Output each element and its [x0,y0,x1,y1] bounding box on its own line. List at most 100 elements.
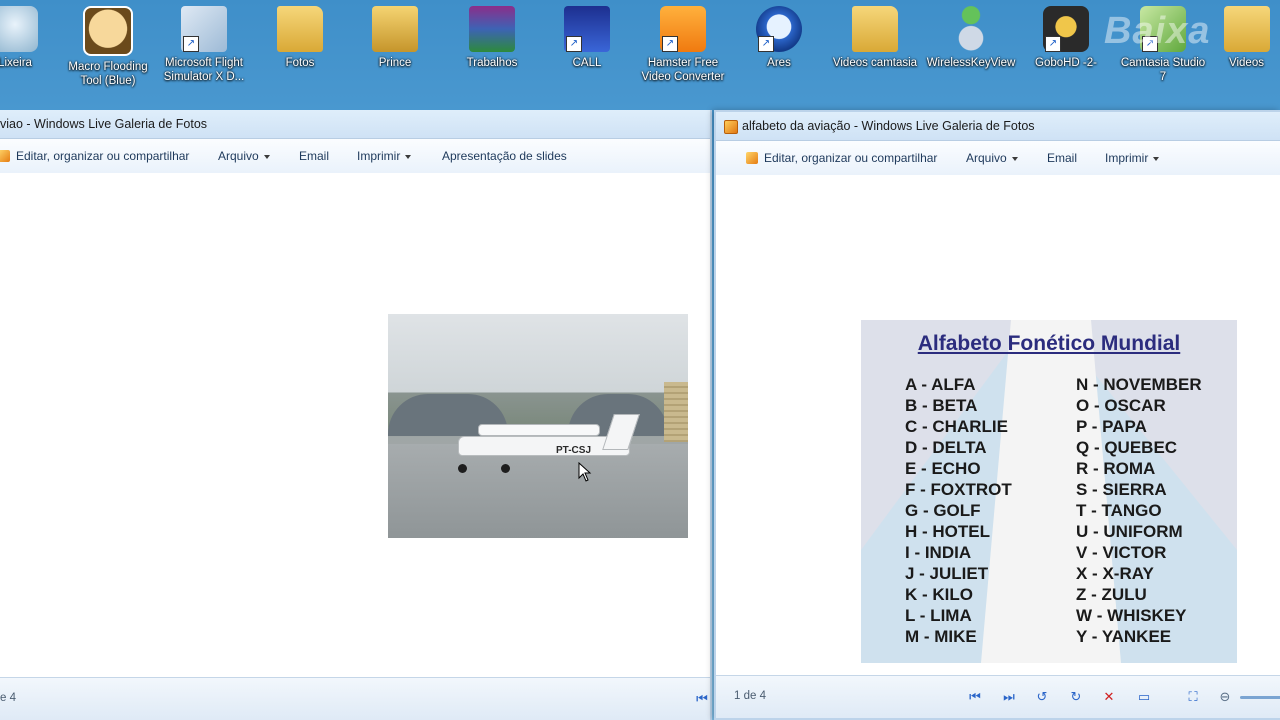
next-photo-icon[interactable]: ⏭ [1000,688,1018,706]
slideshow-button[interactable]: Apresentação de slides [442,149,567,163]
slideshow-icon[interactable]: ▭ [1135,688,1153,706]
email-button[interactable]: Email [299,149,329,163]
menu-bar: Editar, organizar ou compartilhar Arquiv… [716,141,1280,176]
phonetic-entry: V - VICTOR [1076,543,1167,562]
previous-photo-icon[interactable]: ⏮ [966,688,984,706]
phonetic-entry: L - LIMA [905,606,972,625]
phonetic-entry: T - TANGO [1076,501,1162,520]
desktop-icon-label: Fotos [285,57,315,69]
fit-to-window-icon[interactable]: ⛶ [1184,688,1202,706]
watermark: Baixa [1104,10,1211,52]
title-bar[interactable]: viao - Windows Live Galeria de Fotos [0,110,710,139]
shortcut-arrow-icon: ↗ [1045,36,1061,52]
file-menu[interactable]: Arquivo [218,149,270,163]
desktop-icon-prince[interactable]: Prince [350,6,440,70]
cartoon-face-icon [83,6,133,56]
phonetic-entry: W - WHISKEY [1076,606,1187,625]
zoom-slider[interactable] [1240,696,1280,699]
phonetic-entry: E - ECHO [905,459,981,478]
desktop-icon-label: Hamster Free Video Converter [641,57,725,83]
edit-organize-share-button[interactable]: Editar, organizar ou compartilhar [0,149,189,163]
desktop-icon-label: Lixeira [0,57,32,69]
phonetic-title: Alfabeto Fonético Mundial [917,332,1181,355]
folder-icon [852,6,898,52]
recycle-bin-icon [0,6,38,52]
zoom-out-icon[interactable]: ⊖ [1216,688,1234,706]
winrar-icon [469,6,515,52]
edit-organize-share-button[interactable]: Editar, organizar ou compartilhar [746,151,937,165]
call-app-icon: ↗ [564,6,610,52]
desktop-icon-label: Camtasia Studio 7 [1120,57,1206,83]
rotate-right-icon[interactable]: ↻ [1067,688,1085,706]
photo-viewer-area: Alfabeto Fonético Mundial A - ALFA B - B… [716,175,1280,676]
phonetic-entry: M - MIKE [905,627,977,646]
desktop-icon-hamster[interactable]: ↗ Hamster Free Video Converter [638,6,728,84]
wheel-shape [458,464,467,473]
folder-icon [277,6,323,52]
aircraft-registration: PT-CSJ [556,445,592,456]
desktop-icon-label: Microsoft Flight Simulator X D... [163,57,245,83]
phonetic-entry: I - INDIA [905,543,972,562]
print-menu[interactable]: Imprimir [357,149,412,163]
folder-icon [1223,6,1270,52]
shortcut-arrow-icon: ↗ [758,36,774,52]
ares-icon: ↗ [756,6,802,52]
chevron-down-icon [405,154,412,159]
desktop-icon-gobohd[interactable]: ↗ GoboHD -2- [1021,6,1111,70]
shortcut-arrow-icon: ↗ [566,36,582,52]
desktop-icon-videos[interactable]: Videos [1213,6,1280,70]
phonetic-entry: Y - YANKEE [1076,627,1172,646]
first-photo-icon[interactable]: ⏮ [693,690,711,708]
phonetic-entry: C - CHARLIE [905,417,1008,436]
gobo-icon: ↗ [1043,6,1089,52]
desktop-icon-trabalhos[interactable]: Trabalhos [447,6,537,70]
desktop-icon-label: Ares [767,57,791,69]
file-menu[interactable]: Arquivo [966,151,1018,165]
chevron-down-icon [1153,156,1160,161]
hamster-icon: ↗ [660,6,706,52]
edit-icon [746,152,758,164]
desktop-icon-ares[interactable]: ↗ Ares [734,6,824,70]
phonetic-entry: U - UNIFORM [1076,522,1183,541]
title-bar[interactable]: alfabeto da aviação - Windows Live Galer… [716,112,1280,141]
phonetic-entry: H - HOTEL [905,522,990,541]
folder-icon [372,6,418,52]
status-bar: e 4 ⏮ [0,677,710,720]
phonetic-entry: O - OSCAR [1076,396,1166,415]
phonetic-entry: J - JULIET [905,564,989,583]
desktop-icon-label: WirelessKeyView [926,57,1016,69]
desktop-icon-flight-simulator[interactable]: ↗ Microsoft Flight Simulator X D... [159,6,249,84]
mouse-cursor-icon [578,462,592,482]
desktop-icon-label: GoboHD -2- [1035,57,1097,69]
phonetic-entry: N - NOVEMBER [1076,375,1202,394]
tarmac-shape [388,444,688,538]
desktop-icon-label: Trabalhos [466,57,518,69]
photo-gallery-window-right[interactable]: alfabeto da aviação - Windows Live Galer… [714,110,1280,720]
desktop-icon-fotos[interactable]: Fotos [255,6,345,70]
delete-icon[interactable]: ✕ [1100,688,1118,706]
desktop-icon-videos-camtasia[interactable]: Videos camtasia [830,6,920,70]
page-counter: 1 de 4 [734,690,766,702]
desktop-icon-wirelesskeyview[interactable]: WirelessKeyView [926,6,1016,70]
building-shape [664,382,688,442]
plane-wing-shape [478,424,600,436]
desktop-icon-recycle-bin[interactable]: Lixeira [0,6,60,70]
desktop-icon-macro-flooding-tool[interactable]: Macro Flooding Tool (Blue) [63,6,153,88]
email-button[interactable]: Email [1047,151,1077,165]
phonetic-entry: G - GOLF [905,501,981,520]
phonetic-entry: X - X-RAY [1076,564,1154,583]
status-bar: 1 de 4 ⏮ ⏭ ↺ ↻ ✕ ▭ ⛶ ⊖ [716,675,1280,718]
phonetic-entry: A - ALFA [905,375,976,394]
desktop-icon-label: CALL [572,57,602,69]
wheel-shape [501,464,510,473]
shortcut-arrow-icon: ↗ [662,36,678,52]
desktop-icon-call[interactable]: ↗ CALL [542,6,632,70]
menu-bar: Editar, organizar ou compartilhar Arquiv… [0,139,710,174]
phonetic-entry: D - DELTA [905,438,987,457]
chevron-down-icon [263,154,270,159]
desktop-icon-label: Videos camtasia [832,57,918,69]
phonetic-entry: Z - ZULU [1076,585,1147,604]
print-menu[interactable]: Imprimir [1105,151,1160,165]
rotate-left-icon[interactable]: ↺ [1033,688,1051,706]
phonetic-entry: B - BETA [905,396,978,415]
